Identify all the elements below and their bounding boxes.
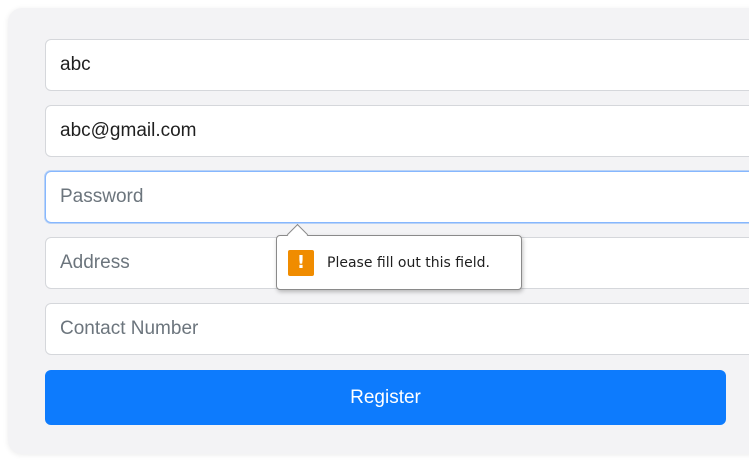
contact-number-input[interactable] — [45, 303, 749, 355]
name-input[interactable] — [45, 39, 749, 91]
password-input[interactable] — [45, 171, 749, 223]
validation-tooltip: ! Please fill out this field. — [276, 223, 522, 290]
warning-icon: ! — [288, 249, 314, 276]
email-input[interactable] — [45, 105, 749, 157]
validation-message: Please fill out this field. — [327, 254, 490, 271]
register-button[interactable]: Register — [45, 370, 726, 425]
